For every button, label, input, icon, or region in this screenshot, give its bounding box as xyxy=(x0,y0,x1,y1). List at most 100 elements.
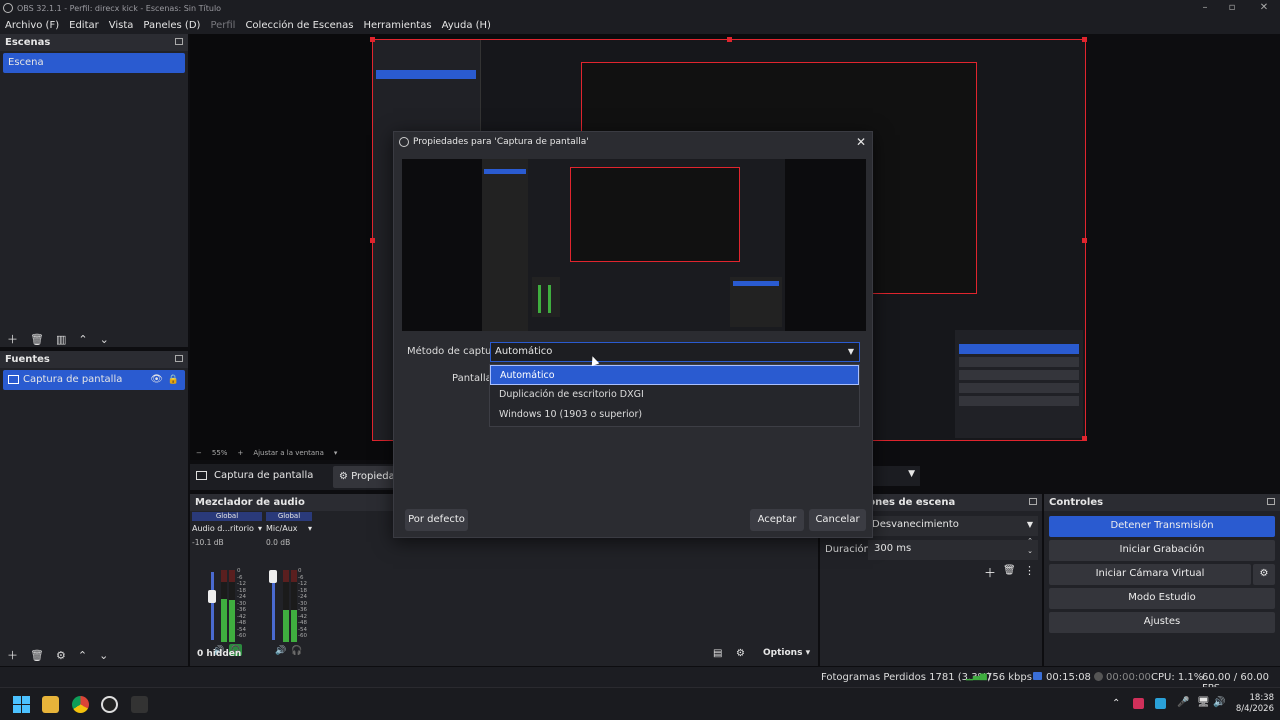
minimize-button[interactable]: – xyxy=(1190,0,1220,16)
tray-app-icon[interactable] xyxy=(1155,698,1166,709)
undock-icon[interactable] xyxy=(1029,498,1037,505)
menu-herramientas[interactable]: Herramientas xyxy=(358,20,436,31)
option-windows10[interactable]: Windows 10 (1903 o superior) xyxy=(490,405,859,425)
chevron-down-icon[interactable]: ▾ xyxy=(334,449,338,457)
move-up-icon[interactable]: ⌃ xyxy=(78,333,87,346)
undock-icon[interactable] xyxy=(175,355,183,362)
microphone-icon[interactable]: 🎤 xyxy=(1177,697,1189,708)
maximize-button[interactable]: ▫ xyxy=(1217,0,1247,16)
menu-paneles[interactable]: Paneles (D) xyxy=(138,20,205,31)
menu-archivo[interactable]: Archivo (F) xyxy=(0,20,64,31)
mixer-layout-icon[interactable]: ▤ xyxy=(713,648,722,659)
db-scale: 0 -6 -12 -18 -24 -30 -36 -42 -48 -54 -60 xyxy=(298,568,307,640)
defaults-button[interactable]: Por defecto xyxy=(405,509,468,531)
scene-item[interactable]: Escena xyxy=(3,53,185,73)
hidden-count: 0 hidden xyxy=(197,649,242,659)
start-virtual-camera-button[interactable]: Iniciar Cámara Virtual xyxy=(1049,564,1251,585)
monitor-icon xyxy=(8,375,19,384)
chevron-up-icon[interactable]: ⌃ xyxy=(1112,698,1120,709)
undock-icon[interactable] xyxy=(175,38,183,45)
menu-vista[interactable]: Vista xyxy=(104,20,139,31)
nested-controls xyxy=(955,330,1083,438)
stream-icon xyxy=(1033,672,1042,680)
menu-coleccion-escenas[interactable]: Colección de Escenas xyxy=(240,20,358,31)
more-options-icon[interactable]: ⋮ xyxy=(1024,564,1035,577)
add-transition-icon[interactable]: ＋ xyxy=(984,564,996,581)
chevron-down-icon[interactable]: ▾ xyxy=(258,524,262,533)
channel-name-row: Mic/Aux ▾ xyxy=(266,521,312,533)
option-dxgi[interactable]: Duplicación de escritorio DXGI xyxy=(490,385,859,405)
source-settings-gear-icon[interactable]: ⚙ xyxy=(56,649,66,662)
move-up-icon[interactable]: ⌃ xyxy=(78,649,87,662)
capture-method-select[interactable]: Automático ▼ xyxy=(490,342,860,362)
options-button[interactable]: Options ▾ xyxy=(763,648,810,658)
speaker-icon[interactable]: 🔊 xyxy=(275,646,286,656)
lock-icon[interactable]: 🔒 xyxy=(168,370,179,390)
settings-button[interactable]: Ajustes xyxy=(1049,612,1275,633)
remove-scene-icon[interactable]: 🗑 xyxy=(30,333,44,346)
remove-source-icon[interactable]: 🗑 xyxy=(30,649,44,662)
volume-handle[interactable] xyxy=(208,590,216,603)
transition-select[interactable]: ▼ xyxy=(872,466,920,486)
mixer-channel: Global Audio d...ritorio ▾ -10.1 dB 0 -6-… xyxy=(192,512,262,656)
add-scene-icon[interactable]: ＋ xyxy=(7,331,18,347)
capture-method-value: Automático xyxy=(495,346,553,357)
channel-db: -10.1 dB xyxy=(192,538,224,547)
fit-window-button[interactable]: Ajustar a la ventana xyxy=(253,449,324,457)
sources-toolbar: ＋ 🗑 ⚙ ⌃ ⌄ xyxy=(0,647,108,663)
move-down-icon[interactable]: ⌄ xyxy=(100,333,109,346)
headphones-icon[interactable]: 🎧 xyxy=(291,646,302,656)
recording-time: 00:00:00 xyxy=(1106,672,1151,683)
gear-icon: ⚙ xyxy=(339,471,352,482)
dialog-title: Propiedades para 'Captura de pantalla' xyxy=(413,137,589,147)
transition-type-select[interactable]: Desvanecimiento ▼ xyxy=(868,516,1038,536)
volume-icon[interactable]: 🔊 xyxy=(1213,697,1225,708)
tray-app-icon[interactable] xyxy=(1133,698,1144,709)
zoom-bar: − 55% + Ajustar a la ventana ▾ xyxy=(190,446,390,460)
add-source-icon[interactable]: ＋ xyxy=(7,647,18,663)
undock-icon[interactable] xyxy=(1267,498,1275,505)
app-icon[interactable] xyxy=(131,696,148,713)
mixer-settings-gear-icon[interactable]: ⚙ xyxy=(736,648,745,659)
cancel-button[interactable]: Cancelar xyxy=(809,509,866,531)
level-meter xyxy=(283,570,289,642)
windows-start-icon[interactable] xyxy=(13,696,30,713)
close-icon[interactable]: ✕ xyxy=(856,132,866,152)
ok-button[interactable]: Aceptar xyxy=(750,509,804,531)
clock[interactable]: 18:38 8/4/2026 xyxy=(1232,693,1274,715)
chevron-down-icon: ▼ xyxy=(1026,520,1033,529)
zoom-in-icon[interactable]: + xyxy=(237,449,243,457)
db-scale-label: -60 xyxy=(237,633,246,639)
menu-ayuda[interactable]: Ayuda (H) xyxy=(437,20,496,31)
stop-streaming-button[interactable]: Detener Transmisión xyxy=(1049,516,1275,537)
filter-icon[interactable]: ▥ xyxy=(56,333,66,346)
volume-handle[interactable] xyxy=(269,570,277,583)
start-recording-button[interactable]: Iniciar Grabación xyxy=(1049,540,1275,561)
capture-method-dropdown: Automático Duplicación de escritorio DXG… xyxy=(489,364,860,427)
nested-scene xyxy=(376,70,476,79)
chevron-down-icon[interactable]: ▾ xyxy=(308,524,312,533)
obs-taskbar-icon[interactable] xyxy=(101,696,118,713)
close-window-button[interactable]: ✕ xyxy=(1249,0,1279,16)
move-down-icon[interactable]: ⌄ xyxy=(99,649,108,662)
monitor-icon xyxy=(196,471,207,480)
remove-transition-icon[interactable]: 🗑 xyxy=(1003,565,1016,576)
preview-thumbnail xyxy=(482,159,785,331)
properties-button[interactable]: ⚙ Propiedades xyxy=(333,466,395,488)
file-explorer-icon[interactable] xyxy=(42,696,59,713)
zoom-out-icon[interactable]: − xyxy=(196,449,202,457)
zoom-value: 55% xyxy=(211,449,228,457)
source-item[interactable]: Captura de pantalla 👁 🔒 xyxy=(3,370,185,390)
properties-label: Propiedades xyxy=(351,471,395,482)
menu-perfil[interactable]: Perfil xyxy=(205,20,240,31)
cpu-usage: CPU: 1.1% xyxy=(1151,672,1204,683)
virtual-camera-settings-gear-icon[interactable]: ⚙ xyxy=(1253,564,1275,585)
chrome-icon[interactable] xyxy=(72,696,89,713)
volume-slider[interactable] xyxy=(211,572,214,640)
studio-mode-button[interactable]: Modo Estudio xyxy=(1049,588,1275,609)
menu-editar[interactable]: Editar xyxy=(64,20,104,31)
network-icon[interactable]: 🖥 xyxy=(1197,697,1210,708)
option-automatico[interactable]: Automático xyxy=(490,365,859,385)
duration-input[interactable]: 300 ms ⌃ ⌄ xyxy=(868,537,1038,560)
visibility-eye-icon[interactable]: 👁 xyxy=(150,370,163,390)
